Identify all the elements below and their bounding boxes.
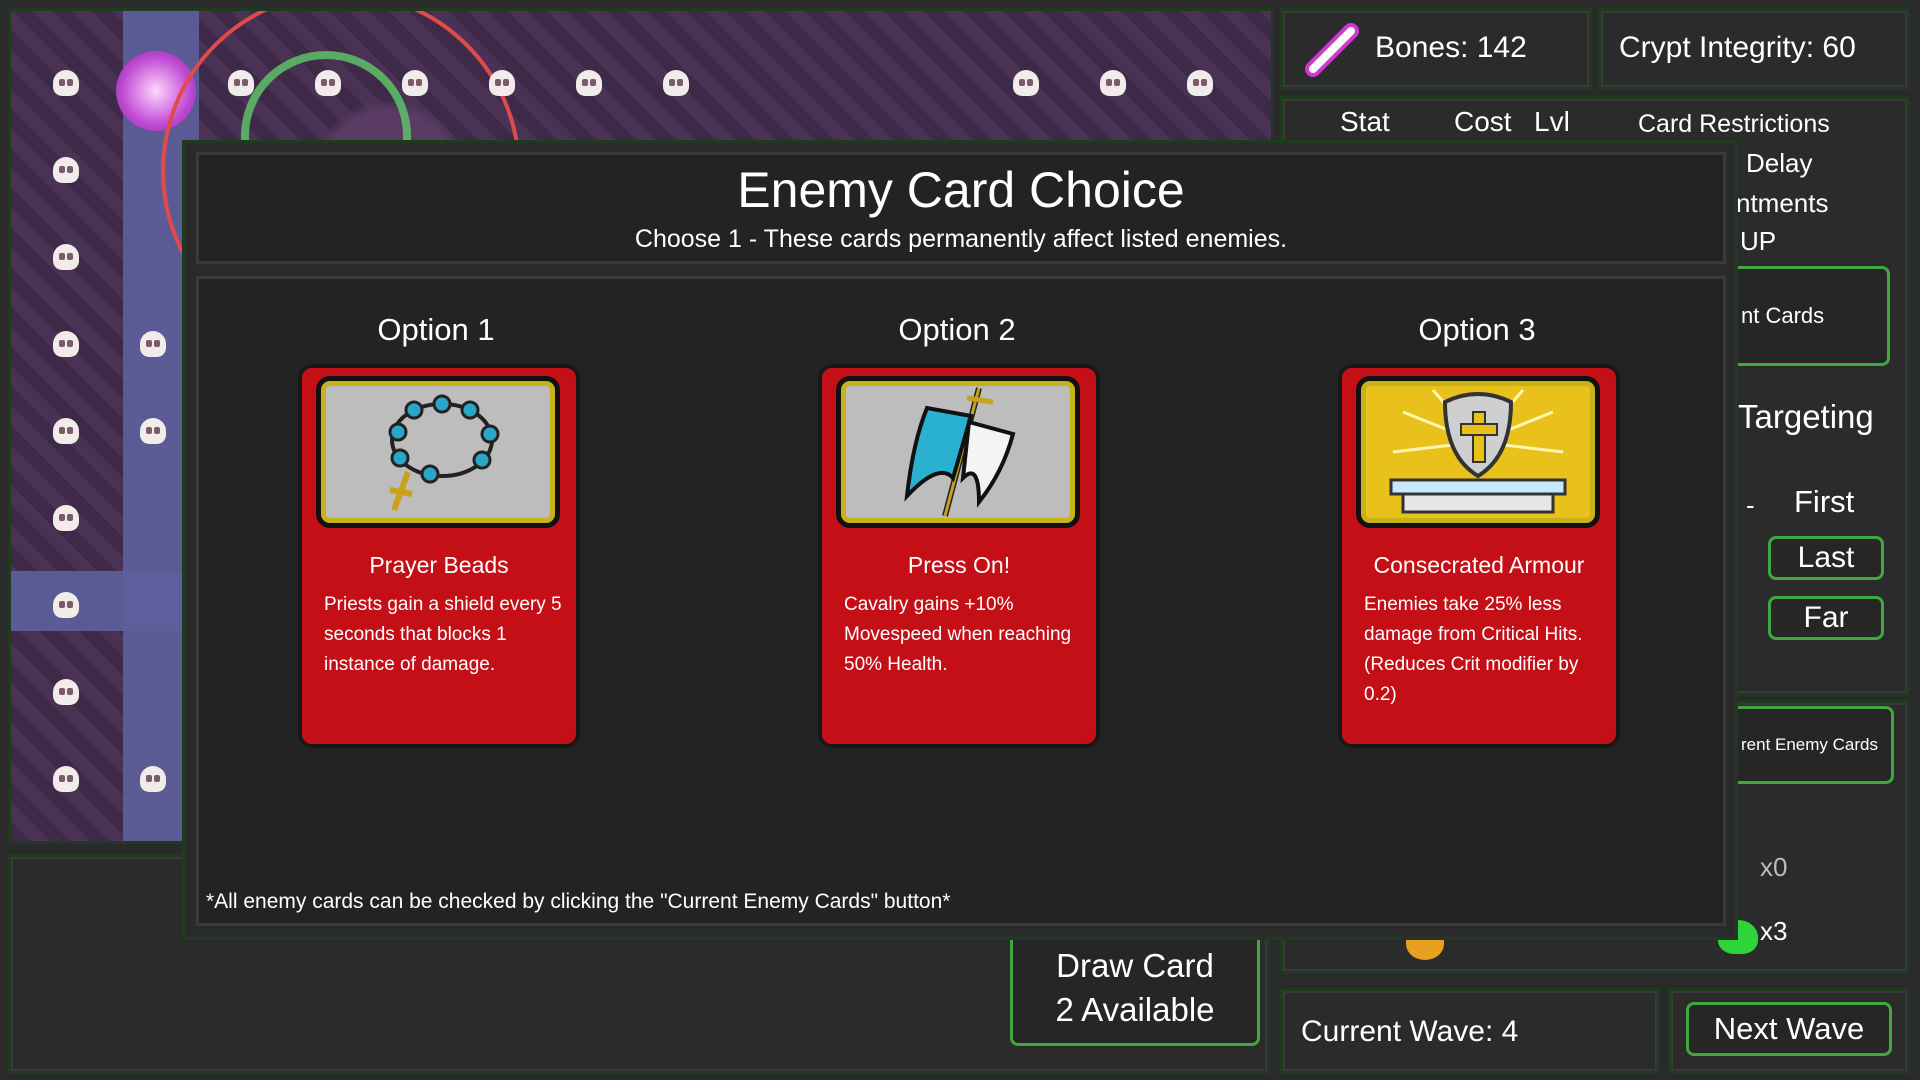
skull-icon: [53, 418, 79, 444]
option-3-card[interactable]: Consecrated Armour Enemies take 25% less…: [1338, 364, 1620, 748]
option-2-label: Option 2: [898, 312, 1016, 347]
skull-icon: [489, 70, 515, 96]
dialog-header: Enemy Card Choice Choose 1 - These cards…: [196, 152, 1726, 264]
card-description: Priests gain a shield every 5 seconds th…: [324, 594, 562, 675]
target-far-label: Far: [1803, 601, 1849, 634]
skull-icon: [140, 766, 166, 792]
delay-label: Delay: [1746, 148, 1813, 178]
dialog-subtitle: Choose 1 - These cards permanently affec…: [634, 225, 1288, 253]
skull-icon: [53, 70, 79, 96]
option-3-label: Option 3: [1418, 312, 1536, 347]
dialog-title: Enemy Card Choice: [737, 162, 1185, 218]
skull-icon: [663, 70, 689, 96]
crypt-integrity: Crypt Integrity: 60: [1619, 31, 1856, 64]
skull-icon: [53, 157, 79, 183]
skull-icon: [53, 592, 79, 618]
enemy-count-x0: x0: [1760, 852, 1788, 882]
card-name: Prayer Beads: [369, 552, 509, 578]
skull-icon: [1100, 70, 1126, 96]
card-restrictions-label: Card Restrictions: [1638, 110, 1830, 138]
skull-icon: [53, 766, 79, 792]
skull-icon: [576, 70, 602, 96]
target-last-label: Last: [1797, 541, 1855, 574]
card-description: Enemies take 25% less damage from Critic…: [1364, 594, 1583, 705]
enemy-count-x3: x3: [1760, 916, 1788, 946]
current-cards-label: nt Cards: [1741, 303, 1825, 328]
next-wave-label: Next Wave: [1713, 1011, 1865, 1046]
current-enemy-cards-label: rent Enemy Cards: [1741, 735, 1878, 754]
targeting-dash: -: [1746, 490, 1755, 520]
dialog-footnote: *All enemy cards can be checked by click…: [206, 890, 951, 913]
card-art: [316, 376, 560, 528]
crypt-panel: Crypt Integrity: 60: [1598, 8, 1910, 90]
cost-header: Cost: [1454, 106, 1512, 137]
bones-counter: Bones: 142: [1375, 31, 1527, 64]
draw-card-available: 2 Available: [1055, 991, 1215, 1028]
card-description: Cavalry gains +10% Movespeed when reachi…: [844, 594, 1072, 675]
skull-icon: [140, 418, 166, 444]
targeting-label: Targeting: [1738, 398, 1874, 435]
skull-icon: [402, 70, 428, 96]
skull-icon: [140, 331, 166, 357]
enchantments-label: ntments: [1736, 188, 1829, 218]
target-first[interactable]: First: [1794, 484, 1854, 520]
skull-icon: [53, 331, 79, 357]
wave-panel: Current Wave: 4: [1280, 988, 1660, 1074]
option-1-card[interactable]: Prayer Beads Priests gain a shield every…: [298, 364, 580, 748]
option-2-card[interactable]: Press On! Cavalry gains +10% Movespeed w…: [818, 364, 1100, 748]
lvl-header: Lvl: [1534, 106, 1570, 137]
stat-header: Stat: [1340, 106, 1390, 137]
skull-icon: [53, 679, 79, 705]
card-name: Press On!: [907, 552, 1011, 578]
option-1-label: Option 1: [377, 312, 495, 347]
skull-icon: [53, 505, 79, 531]
skull-icon: [315, 70, 341, 96]
target-far-button[interactable]: Far: [1768, 596, 1884, 640]
draw-card-label: Draw Card: [1056, 947, 1214, 984]
bone-icon: [1305, 23, 1359, 77]
draw-card-button[interactable]: Draw Card 2 Available: [1010, 930, 1260, 1046]
holy-shield-icon: [1389, 389, 1567, 514]
current-wave: Current Wave: 4: [1301, 1015, 1519, 1048]
bones-panel: Bones: 142: [1280, 8, 1592, 90]
banner-icon: [904, 387, 1016, 517]
card-art: [836, 376, 1080, 528]
skull-icon: [1187, 70, 1213, 96]
card-art: [1356, 376, 1600, 528]
skull-icon: [1013, 70, 1039, 96]
card-name: Consecrated Armour: [1373, 552, 1585, 578]
skull-icon: [228, 70, 254, 96]
next-wave-button[interactable]: Next Wave: [1686, 1002, 1892, 1056]
prayer-beads-icon: [388, 394, 500, 512]
skull-icon: [53, 244, 79, 270]
up-label: UP: [1740, 226, 1777, 256]
target-last-button[interactable]: Last: [1768, 536, 1884, 580]
